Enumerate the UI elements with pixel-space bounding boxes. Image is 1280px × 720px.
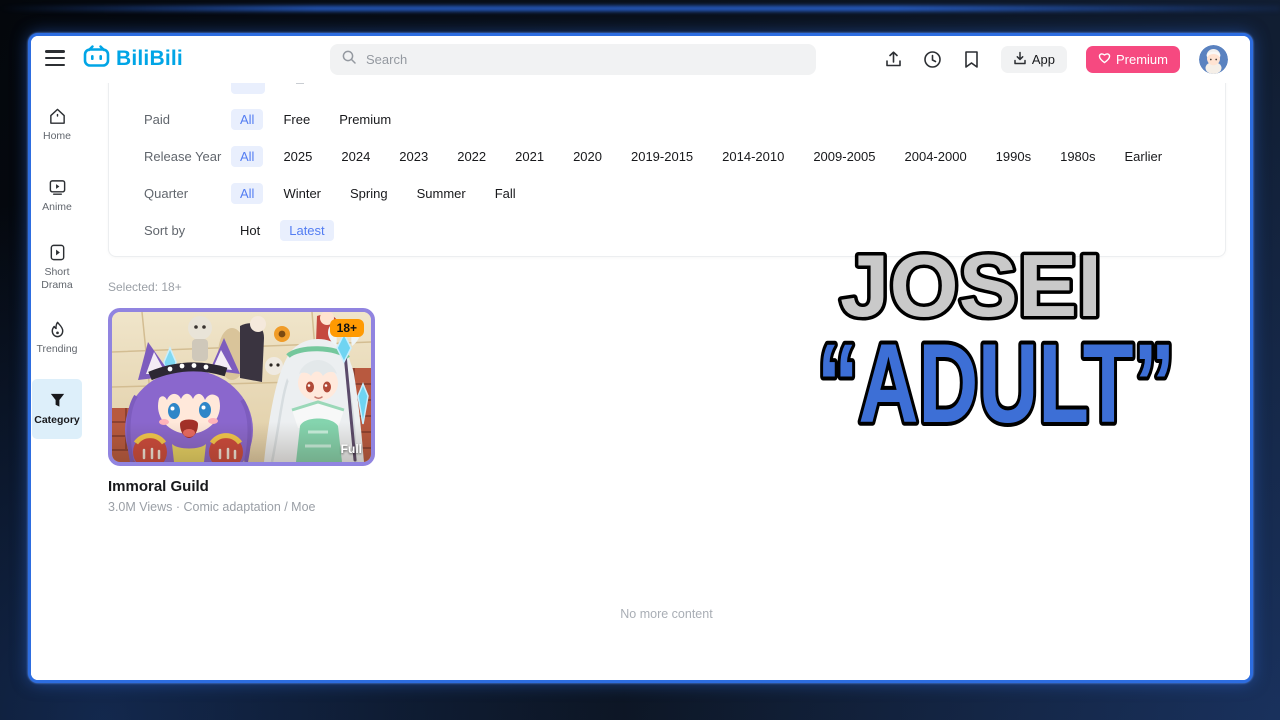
filter-label: Release Year <box>144 149 231 164</box>
sidebar-label: Anime <box>42 201 72 214</box>
filter-row-paid: Paid All Free Premium <box>144 101 1209 138</box>
filter-option[interactable]: Hot <box>231 220 269 241</box>
left-sidebar: Home Anime Short Drama Trending Category <box>31 83 83 680</box>
filter-panel: Paid All Free Premium Release Year All 2025… <box>108 83 1226 257</box>
header-actions: App Premium <box>884 36 1228 83</box>
filter-label: Sort by <box>144 223 231 238</box>
sidebar-label: Short Drama <box>32 266 82 291</box>
sidebar-label: Trending <box>36 343 77 356</box>
filter-options: Hot Latest <box>231 220 334 241</box>
filter-option[interactable]: 2022 <box>448 146 495 167</box>
user-avatar[interactable] <box>1199 45 1228 74</box>
short-drama-icon <box>48 243 67 262</box>
clipped-selected-chip[interactable] <box>231 83 265 94</box>
filter-option[interactable]: 2024 <box>332 146 379 167</box>
search-input[interactable] <box>364 51 804 68</box>
filter-option[interactable]: 2004-2000 <box>896 146 976 167</box>
anime-meta: 3.0M Views · Comic adaptation / Moe <box>108 500 375 514</box>
bilibili-logo[interactable]: BiliBili <box>83 45 183 72</box>
download-icon <box>1013 51 1027 68</box>
anime-thumbnail[interactable]: 18+ Full <box>108 308 375 466</box>
filter-option[interactable]: 2025 <box>274 146 321 167</box>
anime-icon <box>48 178 67 197</box>
anime-title[interactable]: Immoral Guild <box>108 478 375 495</box>
filter-option[interactable]: Spring <box>341 183 397 204</box>
filter-option[interactable]: 2023 <box>390 146 437 167</box>
sidebar-item-home[interactable]: Home <box>32 95 82 155</box>
filter-label: Paid <box>144 112 231 127</box>
logo-wordmark: BiliBili <box>116 47 183 71</box>
filter-options: All 2025 2024 2023 2022 2021 2020 2019-2015 2014… <box>231 146 1171 167</box>
filter-option[interactable]: 2021 <box>506 146 553 167</box>
home-icon <box>48 107 67 126</box>
filter-option[interactable]: All <box>231 183 263 204</box>
filter-option[interactable]: 1980s <box>1051 146 1104 167</box>
filter-option[interactable]: Summer <box>408 183 475 204</box>
filter-label: Quarter <box>144 186 231 201</box>
top-navbar: BiliBili App <box>31 36 1250 83</box>
premium-button[interactable]: Premium <box>1086 46 1180 73</box>
anime-card[interactable]: 18+ Full Immoral Guild 3.0M Views · Comi… <box>108 308 375 514</box>
filter-options: All Free Premium <box>231 109 400 130</box>
filter-row-sort-by: Sort by Hot Latest <box>144 212 1209 249</box>
filter-option[interactable]: 1990s <box>987 146 1040 167</box>
filter-row-quarter: Quarter All Winter Spring Summer Fall <box>144 175 1209 212</box>
filter-option[interactable]: 2019-2015 <box>622 146 702 167</box>
browser-app-window: BiliBili App <box>28 33 1253 683</box>
selected-filters-note: Selected: 18+ <box>108 280 182 294</box>
history-clock-icon[interactable] <box>923 50 943 70</box>
filter-option[interactable]: Winter <box>274 183 330 204</box>
filter-option[interactable]: 2009-2005 <box>804 146 884 167</box>
full-episodes-tag: Full <box>341 442 362 456</box>
age-rating-badge: 18+ <box>330 319 364 337</box>
filter-option[interactable]: 2020 <box>564 146 611 167</box>
filter-option[interactable]: Fall <box>486 183 525 204</box>
filter-option[interactable]: All <box>231 146 263 167</box>
clipped-option-mark <box>296 83 304 84</box>
category-filter-icon <box>48 391 67 410</box>
sidebar-item-short-drama[interactable]: Short Drama <box>32 237 82 297</box>
filter-option[interactable]: Latest <box>280 220 333 241</box>
sidebar-item-anime[interactable]: Anime <box>32 166 82 226</box>
sidebar-label: Home <box>43 130 71 143</box>
sidebar-item-trending[interactable]: Trending <box>32 308 82 368</box>
no-more-content-text: No more content <box>83 607 1250 621</box>
sidebar-item-category[interactable]: Category <box>32 379 82 439</box>
trending-flame-icon <box>48 320 67 339</box>
search-bar[interactable] <box>330 44 816 75</box>
search-icon <box>342 50 356 69</box>
bilibili-tv-icon <box>83 45 110 72</box>
upload-icon[interactable] <box>884 50 904 70</box>
app-download-button[interactable]: App <box>1001 46 1067 73</box>
filter-options: All Winter Spring Summer Fall <box>231 183 525 204</box>
premium-heart-icon <box>1098 52 1111 67</box>
app-button-label: App <box>1032 52 1055 67</box>
clipped-filter-row <box>144 83 1209 101</box>
main-content: Paid All Free Premium Release Year All 2025… <box>83 83 1250 680</box>
bookmark-icon[interactable] <box>962 50 982 70</box>
sidebar-label: Category <box>34 414 80 427</box>
filter-option[interactable]: 2014-2010 <box>713 146 793 167</box>
premium-button-label: Premium <box>1116 52 1168 67</box>
filter-option[interactable]: Free <box>274 109 319 130</box>
menu-icon[interactable] <box>45 50 65 66</box>
filter-row-release-year: Release Year All 2025 2024 2023 2022 2021 2020… <box>144 138 1209 175</box>
filter-option[interactable]: Earlier <box>1116 146 1172 167</box>
filter-option[interactable]: All <box>231 109 263 130</box>
filter-option[interactable]: Premium <box>330 109 400 130</box>
